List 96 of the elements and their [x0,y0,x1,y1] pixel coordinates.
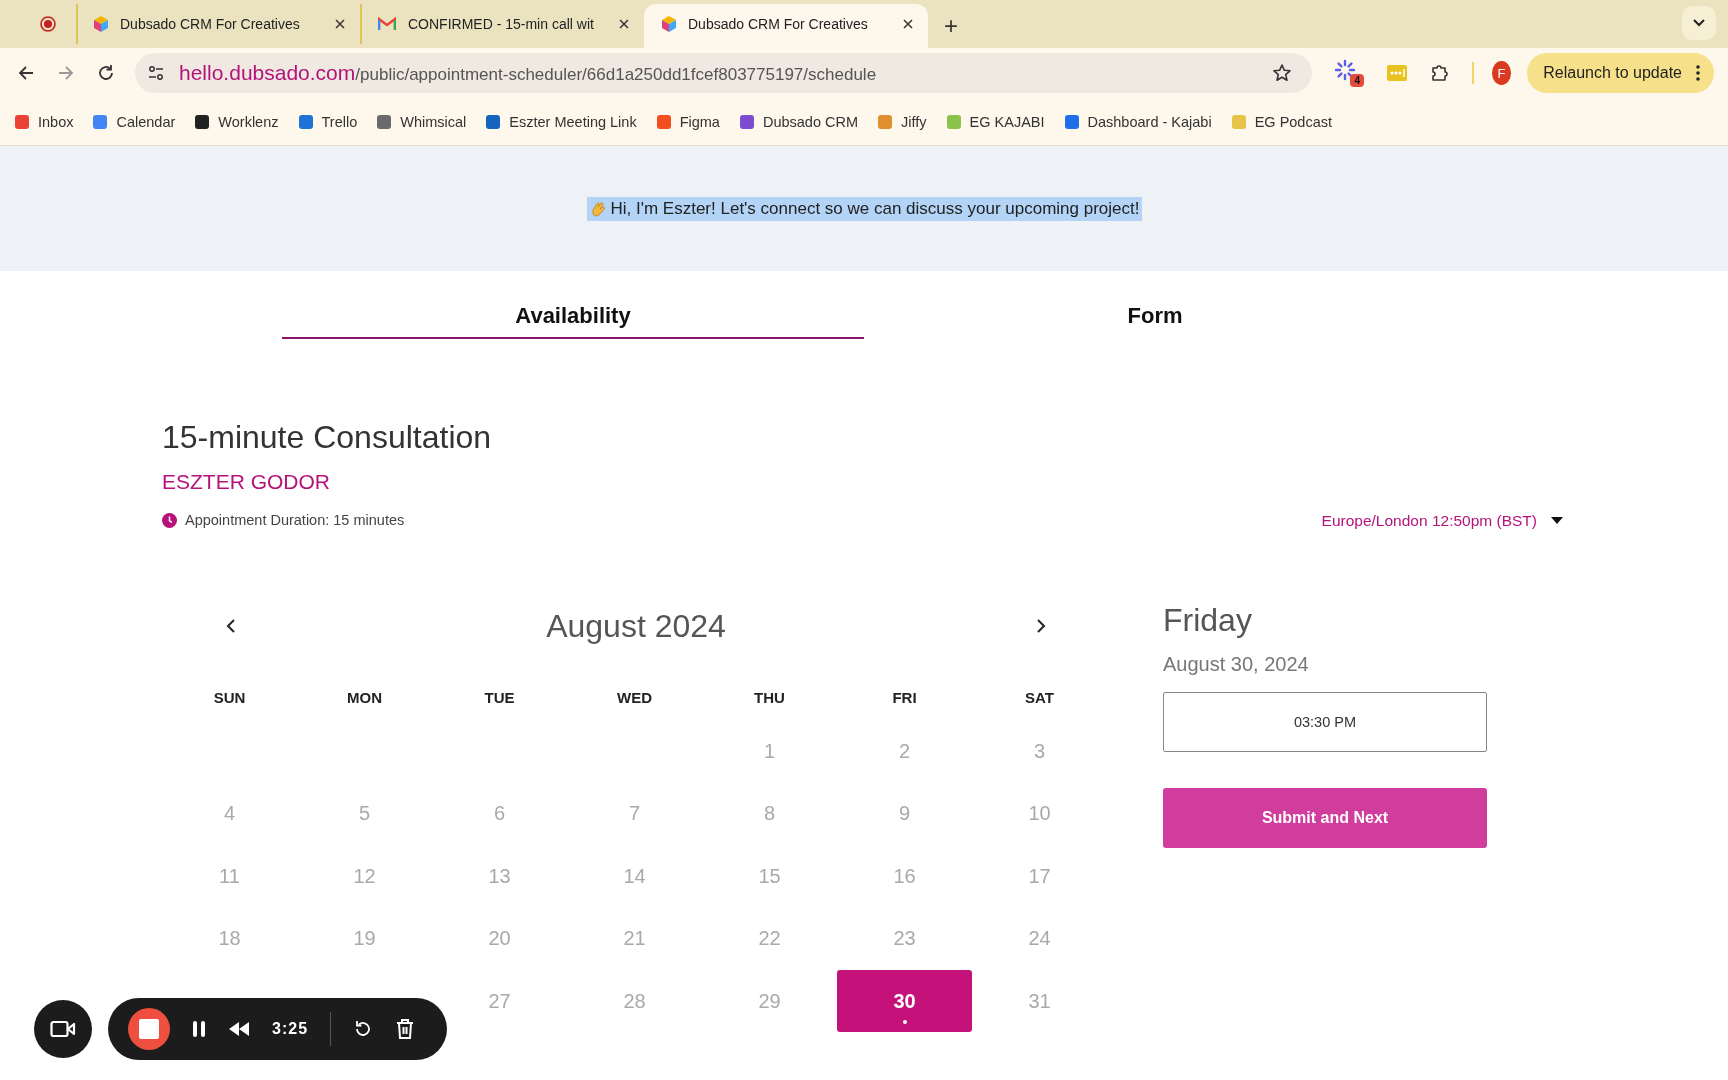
bookmark[interactable]: EG Podcast [1230,113,1333,130]
host-name: ESZTER GODOR [162,470,331,494]
calendar-day[interactable]: 30 [837,970,972,1033]
bookmark[interactable]: Jiffy [877,113,927,130]
trash-icon[interactable] [395,1018,416,1040]
notification-badge: 4 [1350,74,1364,87]
calendar-day[interactable]: 27 [480,985,519,1017]
calendar-day[interactable]: 15 [750,860,789,892]
duration-text: Appointment Duration: 15 minutes [185,512,405,528]
calendar-day[interactable]: 19 [345,923,384,955]
extension-icon[interactable] [1334,59,1356,81]
weekday-header: THU [753,687,786,708]
calendar-day[interactable]: 7 [620,798,649,830]
weekday-header: SAT [1024,687,1055,708]
event-title: 15-minute Consultation [162,419,492,456]
stop-button[interactable] [128,1008,170,1050]
calendar-day[interactable]: 11 [211,860,248,892]
bookmark[interactable]: Worklenz [194,113,279,130]
star-icon[interactable] [1272,63,1292,83]
timezone-dropdown[interactable]: Europe/London 12:50pm (BST) [1321,512,1563,530]
submit-button[interactable]: Submit and Next [1163,788,1487,848]
relaunch-button[interactable]: Relaunch to update [1527,53,1714,93]
calendar-day[interactable]: 29 [750,985,789,1017]
calendar-day[interactable]: 23 [885,923,924,955]
bookmark[interactable]: Eszter Meeting Link [485,113,637,130]
page-tab[interactable]: Availability [282,303,864,339]
mail-icon [378,17,396,31]
calendar-day[interactable]: 28 [615,985,654,1017]
bookmark[interactable]: Trello [297,113,358,130]
bookmark[interactable]: Whimsical [376,113,467,130]
calendar-day[interactable]: 2 [890,735,919,767]
reload-icon[interactable] [97,64,115,82]
chevron-down-icon [1693,19,1705,27]
more-icon[interactable] [1696,65,1700,81]
previous-month-icon[interactable] [226,619,236,633]
camera-icon [50,1020,76,1038]
puzzle-icon[interactable] [1430,63,1450,83]
month-title: August 2024 [546,607,726,645]
calendar-day[interactable]: 20 [480,923,519,955]
calendar-day[interactable]: 22 [750,923,789,955]
calendar-day[interactable]: 21 [615,923,654,955]
record-icon [40,16,56,32]
caret-icon [1551,517,1563,525]
bookmark[interactable]: EG KAJABI [945,113,1045,130]
browser-tab[interactable]: Dubsado CRM For Creatives [76,4,360,44]
calendar-day[interactable]: 5 [350,798,379,830]
bookmark[interactable]: Inbox [14,113,74,130]
next-month-icon[interactable] [1036,619,1046,633]
weekday-header: WED [616,687,653,708]
forward-icon[interactable] [57,64,75,82]
calendar-day[interactable]: 6 [485,798,514,830]
bookmark[interactable]: Dashboard - Kajabi [1063,113,1212,130]
weekday-header: SUN [212,687,247,708]
cube-icon [662,16,676,32]
bookmark[interactable]: Dubsado CRM [738,113,859,130]
calendar-day[interactable]: 18 [210,923,249,955]
bookmark[interactable]: Calendar [92,113,176,130]
new-tab-button[interactable]: + [944,14,958,38]
weekday-header: TUE [483,687,516,708]
pause-icon[interactable] [192,1020,206,1038]
browser-tab[interactable]: Dubsado CRM For Creatives [644,4,928,48]
recording-timer: 3:25 [272,1020,309,1038]
calendar-day[interactable]: 12 [345,860,384,892]
rewind-icon[interactable] [228,1021,250,1037]
clock-icon [162,512,177,528]
calendar-day[interactable]: 8 [755,798,784,830]
url-text: hello.dubsado.com/public/appointment-scheduler/66d1a250dd1fcef803775197/schedule [179,61,877,85]
tab-title: Dubsado CRM For Creatives [120,16,301,32]
calendar-day[interactable]: 17 [1020,860,1059,892]
camera-button[interactable] [34,1000,92,1058]
selected-date: August 30, 2024 [1163,653,1310,676]
calendar-day[interactable]: 10 [1020,798,1059,830]
tab-search-button[interactable] [1682,6,1716,40]
calendar-day[interactable]: 3 [1025,735,1054,767]
calendar-day[interactable]: 14 [615,860,654,892]
selected-weekday: Friday [1163,602,1253,639]
address-bar[interactable]: hello.dubsado.com/public/appointment-scheduler/66d1a250dd1fcef803775197/schedule [135,53,1312,93]
calendar-day[interactable]: 4 [215,798,244,830]
back-icon[interactable] [17,64,35,82]
tab-title: CONFIRMED - 15-min call wit [408,16,595,32]
cube-icon [94,16,108,32]
site-settings-icon[interactable] [147,64,165,82]
tab-title: Dubsado CRM For Creatives [688,16,869,32]
weekday-header: MON [346,687,383,708]
weekday-header: FRI [891,687,918,708]
page-tab[interactable]: Form [864,303,1446,339]
greeting-text: Hi, I'm Eszter! Let's connect so we can discuss your upcoming project! [610,198,1140,219]
calendar-day[interactable]: 31 [1020,985,1059,1017]
profile-avatar[interactable]: F [1491,61,1512,85]
time-slot-button[interactable]: 03:30 PM [1163,692,1487,752]
bookmark[interactable]: Figma [655,113,720,130]
calendar-day[interactable]: 1 [755,735,784,767]
calendar-day[interactable]: 16 [885,860,924,892]
calendar-day[interactable]: 9 [890,798,919,830]
calendar-day[interactable]: 13 [480,860,519,892]
calendar-day[interactable]: 24 [1020,923,1059,955]
